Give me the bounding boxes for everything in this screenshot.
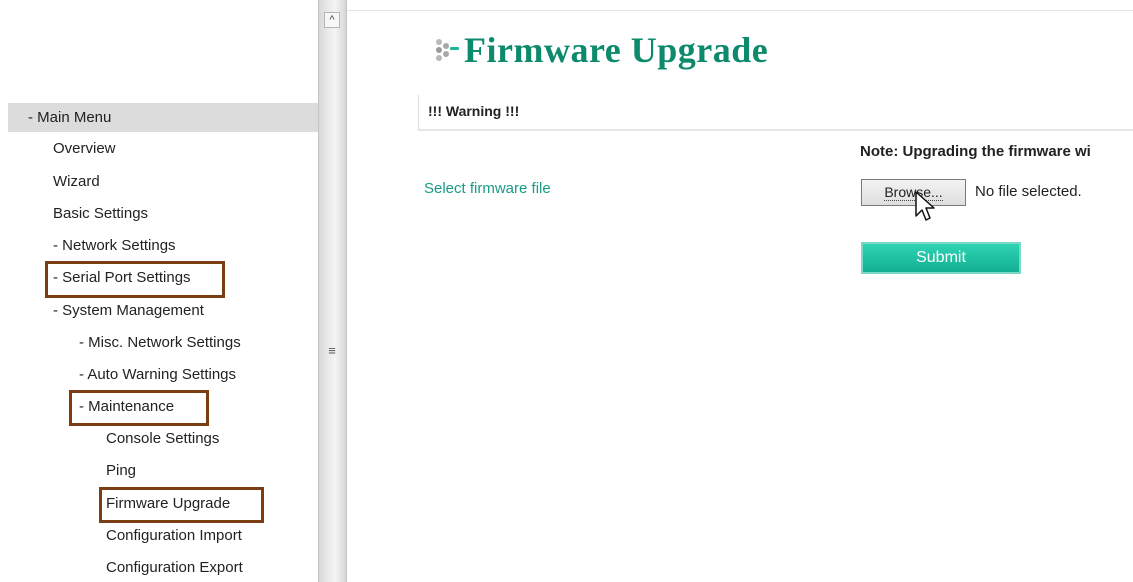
sidebar-item-misc-network-settings[interactable]: - Misc. Network Settings: [79, 333, 241, 353]
highlight-box-maintenance: [69, 390, 209, 426]
sidebar-item-console-settings[interactable]: Console Settings: [106, 429, 219, 449]
sidebar-item-wizard[interactable]: Wizard: [53, 172, 100, 192]
sidebar-item-configuration-export[interactable]: Configuration Export: [106, 558, 243, 578]
sidebar-item-auto-warning-settings[interactable]: - Auto Warning Settings: [79, 365, 236, 385]
file-status: No file selected.: [975, 183, 1082, 200]
sidebar-item-configuration-import[interactable]: Configuration Import: [106, 526, 242, 546]
upgrade-note: Note: Upgrading the firmware wi: [860, 143, 1091, 160]
chevron-up-icon[interactable]: ^: [324, 12, 340, 28]
sidebar-item-network-settings[interactable]: - Network Settings: [53, 236, 176, 256]
sidebar: - Main Menu Overview Wizard Basic Settin…: [0, 0, 318, 582]
warning-banner: [418, 95, 1133, 131]
highlight-box-firmware-upgrade: [99, 487, 264, 523]
main-menu-header[interactable]: - Main Menu: [8, 103, 318, 132]
sidebar-item-basic-settings[interactable]: Basic Settings: [53, 204, 148, 224]
highlight-box-serial-port-settings: [45, 261, 225, 298]
sidebar-item-system-management[interactable]: - System Management: [53, 301, 204, 321]
top-divider: [347, 10, 1133, 11]
title-dots-icon: [434, 30, 460, 70]
submit-button[interactable]: Submit: [861, 242, 1021, 274]
page-header: Firmware Upgrade: [434, 25, 768, 75]
warning-text: !!! Warning !!!: [428, 103, 520, 119]
sidebar-item-overview[interactable]: Overview: [53, 139, 116, 159]
mouse-cursor-icon: [915, 191, 935, 221]
sidebar-item-ping[interactable]: Ping: [106, 461, 136, 481]
select-firmware-label: Select firmware file: [424, 180, 551, 197]
page-title: Firmware Upgrade: [464, 30, 769, 70]
grip-icon[interactable]: ≡: [326, 344, 338, 358]
scrollbar[interactable]: [318, 0, 347, 582]
